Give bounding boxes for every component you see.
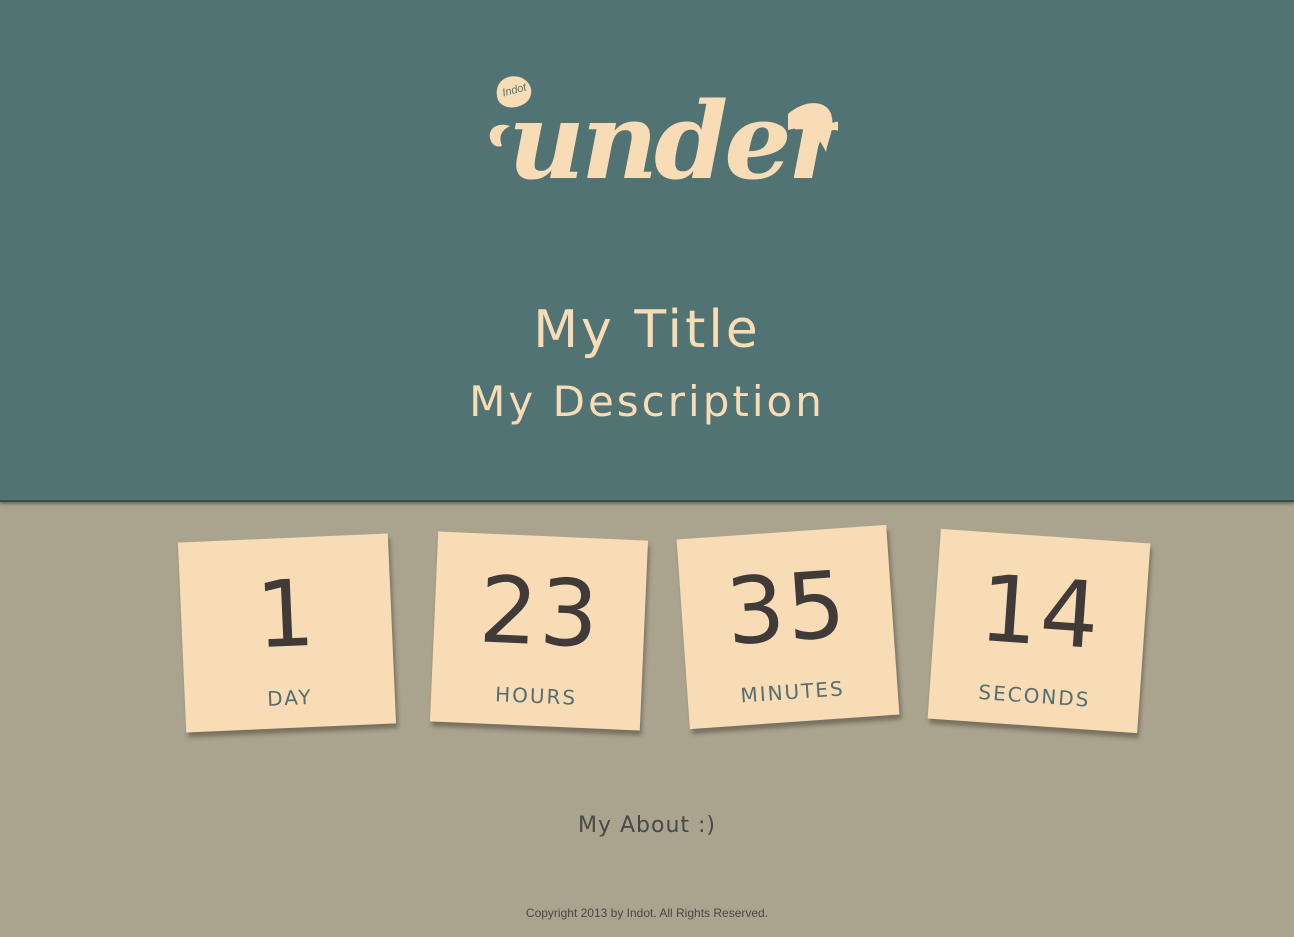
page-description: My Description (469, 377, 825, 426)
countdown-card-hours: 23 HOURS (429, 531, 649, 731)
countdown-day-label: DAY (266, 684, 314, 711)
countdown-minutes-value: 35 (722, 550, 851, 667)
under-logo[interactable]: Indot under (488, 70, 838, 190)
countdown-card-minutes: 35 MINUTES (676, 524, 900, 730)
header-banner: Indot under My Title My Description (0, 0, 1294, 502)
under-logo-mark: Indot under (489, 76, 838, 190)
countdown-card-seconds: 14 SECONDS (927, 528, 1151, 734)
logo-word: under (508, 78, 838, 190)
countdown-seconds-value: 14 (976, 554, 1105, 671)
about-text: My About :) (577, 813, 717, 838)
countdown-hours-value: 23 (476, 556, 603, 669)
countdown-minutes-label: MINUTES (739, 676, 846, 708)
page-title: My Title (533, 300, 761, 360)
countdown-day-value: 1 (253, 559, 319, 670)
countdown-hours-label: HOURS (494, 682, 578, 710)
countdown-seconds-label: SECONDS (977, 679, 1092, 712)
countdown-card-day: 1 DAY (177, 533, 397, 733)
copyright-text: Copyright 2013 by Indot. All Rights Rese… (525, 906, 769, 920)
